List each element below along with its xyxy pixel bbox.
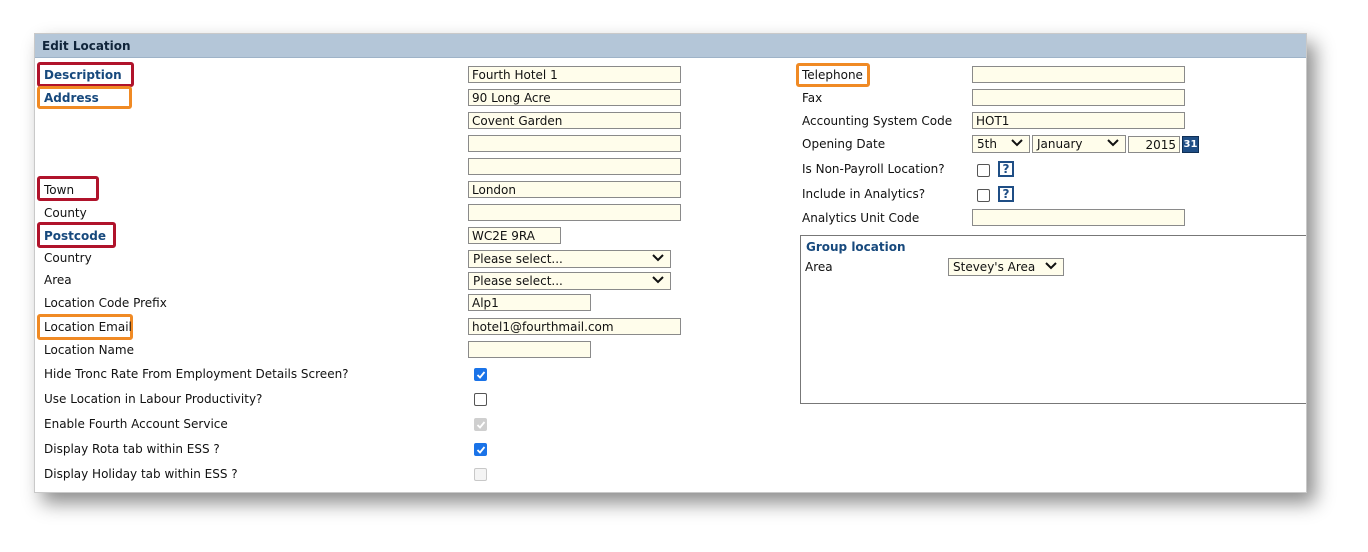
panel-title: Edit Location xyxy=(35,34,1306,58)
telephone-label: Telephone xyxy=(802,68,863,82)
description-label: Description xyxy=(44,68,122,82)
holiday-tab-checkbox xyxy=(474,468,487,481)
include-analytics-checkbox[interactable] xyxy=(977,189,990,202)
opening-date-label: Opening Date xyxy=(802,137,886,151)
help-icon[interactable]: ? xyxy=(998,161,1014,177)
analytics-unit-code-input[interactable] xyxy=(972,209,1185,226)
opening-year-input[interactable] xyxy=(1128,136,1180,153)
fax-label: Fax xyxy=(802,91,823,105)
check-icon xyxy=(476,446,486,454)
hide-tronc-label: Hide Tronc Rate From Employment Details … xyxy=(44,367,349,381)
address-line-4-input[interactable] xyxy=(468,158,681,175)
area-select[interactable]: Please select... xyxy=(468,272,671,290)
accounting-system-code-label: Accounting System Code xyxy=(802,114,953,128)
account-service-checkbox xyxy=(474,418,487,431)
group-area-select[interactable]: Stevey's Area xyxy=(948,258,1064,276)
check-icon xyxy=(476,371,486,379)
town-input[interactable] xyxy=(468,181,681,198)
non-payroll-checkbox[interactable] xyxy=(977,164,990,177)
address-line-3-input[interactable] xyxy=(468,135,681,152)
group-area-value: Stevey's Area xyxy=(953,260,1036,274)
location-name-label: Location Name xyxy=(44,343,134,357)
postcode-input[interactable] xyxy=(468,227,561,244)
chevron-down-icon xyxy=(652,253,664,263)
include-analytics-label: Include in Analytics? xyxy=(802,187,926,201)
rota-tab-label: Display Rota tab within ESS ? xyxy=(44,442,220,456)
location-code-prefix-label: Location Code Prefix xyxy=(44,296,167,310)
analytics-unit-code-label: Analytics Unit Code xyxy=(802,211,920,225)
opening-month-value: January xyxy=(1037,137,1083,151)
location-code-prefix-input[interactable] xyxy=(468,294,591,311)
telephone-input[interactable] xyxy=(972,66,1185,83)
county-label: County xyxy=(44,206,87,220)
labour-productivity-checkbox[interactable] xyxy=(474,393,487,406)
opening-day-select[interactable]: 5th xyxy=(972,135,1030,153)
country-label: Country xyxy=(44,251,92,265)
edit-location-panel: Edit Location Description Address Town C… xyxy=(34,33,1307,493)
town-label: Town xyxy=(44,183,75,197)
calendar-icon[interactable]: 31 xyxy=(1182,136,1199,153)
chevron-down-icon xyxy=(1045,261,1057,271)
opening-month-select[interactable]: January xyxy=(1032,135,1126,153)
group-location-title: Group location xyxy=(806,240,906,254)
country-select-value: Please select... xyxy=(473,252,563,266)
holiday-tab-label: Display Holiday tab within ESS ? xyxy=(44,467,238,481)
chevron-down-icon xyxy=(1107,138,1119,148)
opening-day-value: 5th xyxy=(977,137,997,151)
postcode-label: Postcode xyxy=(44,229,107,243)
country-select[interactable]: Please select... xyxy=(468,250,671,268)
location-email-input[interactable] xyxy=(468,318,681,335)
account-service-label: Enable Fourth Account Service xyxy=(44,417,228,431)
rota-tab-checkbox[interactable] xyxy=(474,443,487,456)
accounting-system-code-input[interactable] xyxy=(972,112,1185,129)
address-line-2-input[interactable] xyxy=(468,112,681,129)
description-input[interactable] xyxy=(468,66,681,83)
fax-input[interactable] xyxy=(972,89,1185,106)
area-select-value: Please select... xyxy=(473,274,563,288)
county-input[interactable] xyxy=(468,204,681,221)
help-icon[interactable]: ? xyxy=(998,186,1014,202)
chevron-down-icon xyxy=(1011,138,1023,148)
address-line-1-input[interactable] xyxy=(468,89,681,106)
location-name-input[interactable] xyxy=(468,341,591,358)
non-payroll-label: Is Non-Payroll Location? xyxy=(802,162,945,176)
group-location-box: Group location Area Stevey's Area xyxy=(800,235,1306,404)
chevron-down-icon xyxy=(652,275,664,285)
hide-tronc-checkbox[interactable] xyxy=(474,368,487,381)
labour-productivity-label: Use Location in Labour Productivity? xyxy=(44,392,263,406)
group-area-label: Area xyxy=(805,260,833,274)
area-label: Area xyxy=(44,273,72,287)
location-email-label: Location Email xyxy=(44,320,132,334)
check-icon xyxy=(476,421,486,429)
address-label: Address xyxy=(44,91,99,105)
